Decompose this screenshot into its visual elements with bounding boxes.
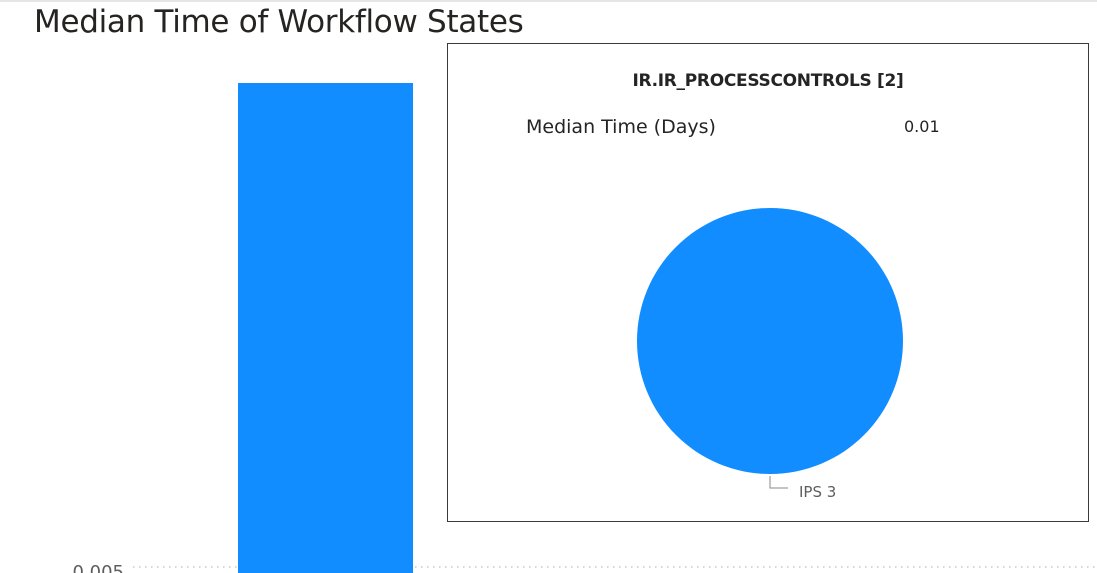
pie-chart: IPS 3 xyxy=(637,208,903,501)
y-tick-label: 0.005 xyxy=(72,562,124,573)
pie-leader-line xyxy=(769,476,788,489)
pie-slice-ips-3[interactable] xyxy=(637,208,903,474)
pie-slice-label: IPS 3 xyxy=(799,483,836,501)
bar[interactable] xyxy=(238,83,413,573)
tooltip: IR.IR_PROCESSCONTROLS [2] Median Time (D… xyxy=(447,43,1089,522)
